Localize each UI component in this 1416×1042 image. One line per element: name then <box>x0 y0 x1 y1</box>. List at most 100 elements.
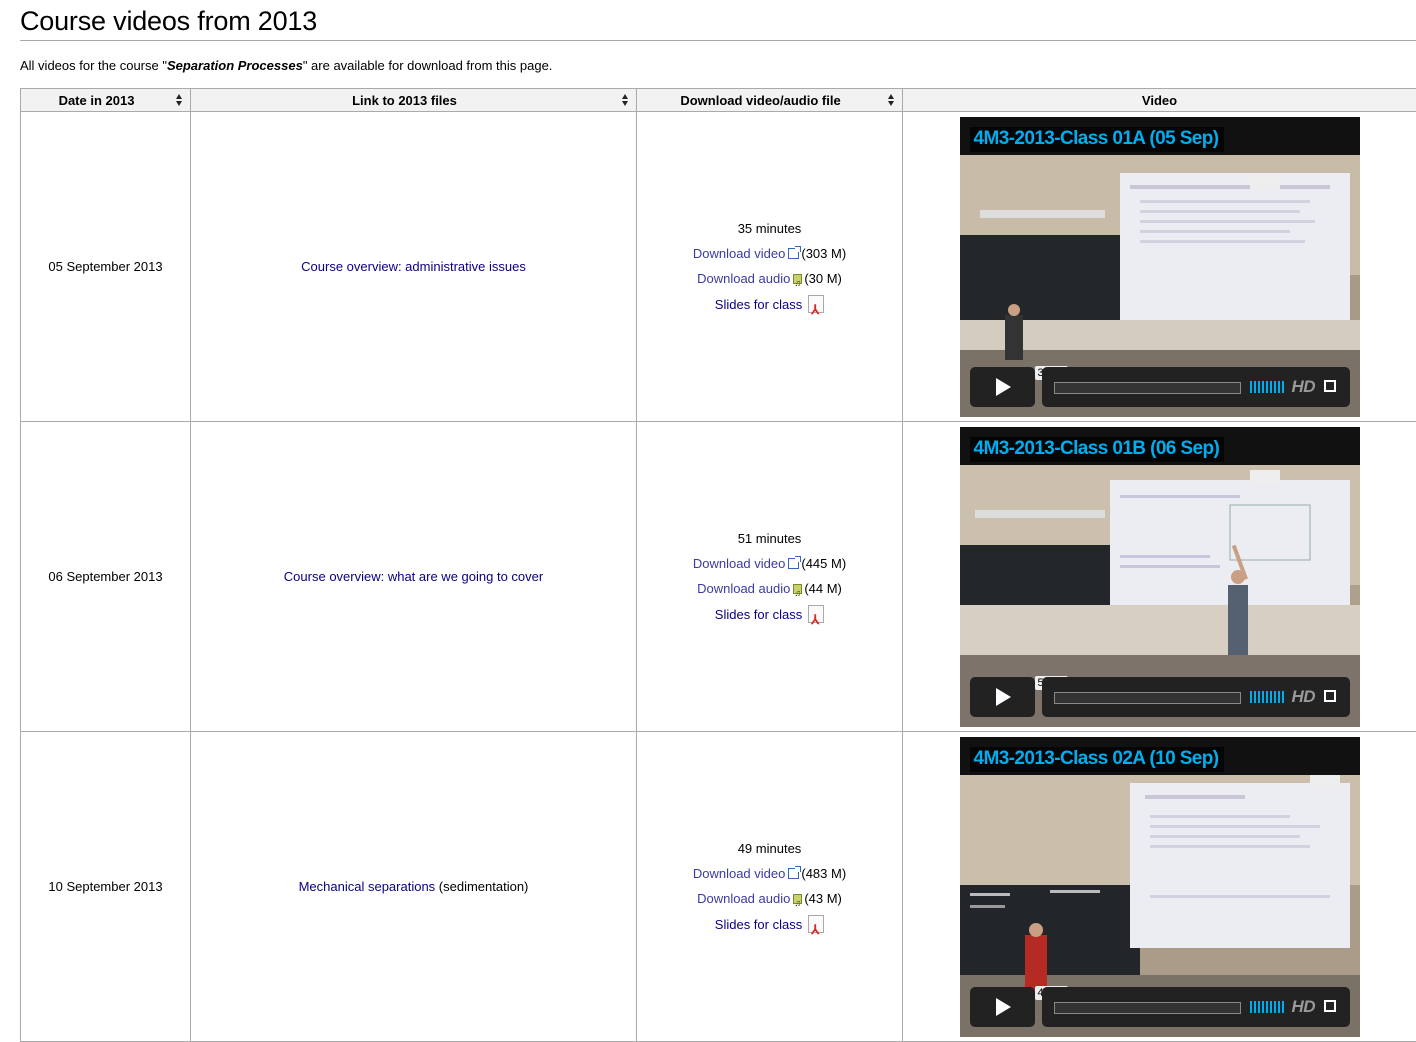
audio-file-icon <box>793 581 803 606</box>
download-video-link[interactable]: Download video <box>693 556 786 571</box>
progress-bar[interactable] <box>1053 1001 1241 1014</box>
download-cell: 49 minutes Download video (483 M) Downloa… <box>636 731 903 1042</box>
page: Course videos from 2013 All videos for t… <box>0 0 1416 1042</box>
link-cell: Course overview: administrative issues <box>190 111 637 422</box>
video-cell: 4M3-2013-Class 01A (05 Sep) 34:53 HD <box>902 111 1416 422</box>
volume-icon[interactable] <box>1249 380 1284 393</box>
external-link-icon <box>788 245 802 259</box>
course-name: Separation Processes <box>166 58 303 73</box>
control-bar: HD <box>1041 676 1350 717</box>
download-video-line: Download video (303 M) <box>637 241 902 266</box>
slides-line: Slides for class <box>637 601 902 633</box>
intro-after: " are available for download from this p… <box>302 58 553 73</box>
control-bar: HD <box>1041 366 1350 407</box>
header-link-label: Link to 2013 files <box>352 92 457 108</box>
page-title: Course videos from 2013 <box>20 6 318 36</box>
hd-toggle[interactable]: HD <box>1292 997 1316 1017</box>
link-cell: Mechanical separations (sedimentation) <box>190 731 637 1042</box>
date-text: 06 September 2013 <box>48 569 163 584</box>
progress-bar[interactable] <box>1053 691 1241 704</box>
download-video-link[interactable]: Download video <box>693 866 786 881</box>
pdf-icon[interactable] <box>808 604 825 633</box>
date-cell: 10 September 2013 <box>20 731 191 1042</box>
video-size: (483 M) <box>801 865 847 881</box>
intro-before: All videos for the course " <box>20 58 167 73</box>
download-cell: 51 minutes Download video (445 M) Downloa… <box>636 421 903 732</box>
slides-link[interactable]: Slides for class <box>715 607 802 622</box>
title-divider <box>20 40 1416 41</box>
date-cell: 05 September 2013 <box>20 111 191 422</box>
download-audio-link[interactable]: Download audio <box>697 271 790 286</box>
video-cell: 4M3-2013-Class 01B (06 Sep) 51:18 HD <box>902 421 1416 732</box>
download-video-line: Download video (483 M) <box>637 861 902 886</box>
link-suffix: (sedimentation) <box>435 879 529 894</box>
hd-toggle[interactable]: HD <box>1292 687 1316 707</box>
fullscreen-icon[interactable] <box>1323 689 1336 702</box>
volume-icon[interactable] <box>1249 1000 1284 1013</box>
download-video-line: Download video (445 M) <box>637 551 902 576</box>
video-title[interactable]: 4M3-2013-Class 02A (10 Sep) <box>969 746 1224 772</box>
external-link-icon <box>788 865 802 879</box>
header-link[interactable]: Link to 2013 files <box>190 88 637 112</box>
class-files-link[interactable]: Course overview: administrative issues <box>301 259 526 274</box>
control-bar: HD <box>1041 986 1350 1027</box>
duration-text: 35 minutes <box>737 220 802 236</box>
date-text: 10 September 2013 <box>48 879 163 894</box>
progress-bar[interactable] <box>1053 381 1241 394</box>
download-audio-line: Download audio (44 M) <box>637 576 902 606</box>
header-date-label: Date in 2013 <box>58 92 135 108</box>
header-download[interactable]: Download video/audio file <box>636 88 903 112</box>
video-title[interactable]: 4M3-2013-Class 01A (05 Sep) <box>969 126 1224 152</box>
audio-file-icon <box>793 271 803 296</box>
table-header-row: Date in 2013 Link to 2013 files Download… <box>20 88 1416 112</box>
audio-file-icon <box>793 891 803 916</box>
link-cell: Course overview: what are we going to co… <box>190 421 637 732</box>
header-download-label: Download video/audio file <box>680 92 841 108</box>
download-audio-line: Download audio (30 M) <box>637 266 902 296</box>
pdf-icon[interactable] <box>808 294 825 323</box>
table-row: 05 September 2013 Course overview: admin… <box>20 111 1416 422</box>
external-link-icon <box>788 555 802 569</box>
duration-text: 51 minutes <box>737 530 802 546</box>
sort-arrows-icon[interactable] <box>622 94 629 106</box>
download-audio-line: Download audio (43 M) <box>637 886 902 916</box>
class-files-link[interactable]: Course overview: what are we going to co… <box>284 569 543 584</box>
video-title[interactable]: 4M3-2013-Class 01B (06 Sep) <box>969 436 1225 462</box>
video-size: (303 M) <box>801 245 847 261</box>
date-text: 05 September 2013 <box>48 259 163 274</box>
play-icon[interactable] <box>969 676 1035 717</box>
play-icon[interactable] <box>969 366 1035 407</box>
video-player[interactable]: 4M3-2013-Class 02A (10 Sep) 49:31 HD <box>959 736 1360 1037</box>
video-cell: 4M3-2013-Class 02A (10 Sep) 49:31 HD <box>902 731 1416 1042</box>
volume-icon[interactable] <box>1249 690 1284 703</box>
play-icon[interactable] <box>969 986 1035 1027</box>
table-row: 06 September 2013 Course overview: what … <box>20 421 1416 732</box>
duration-text: 49 minutes <box>737 840 802 856</box>
date-cell: 06 September 2013 <box>20 421 191 732</box>
header-video: Video <box>902 88 1416 112</box>
table-row: 10 September 2013 Mechanical separations… <box>20 731 1416 1042</box>
video-player[interactable]: 4M3-2013-Class 01B (06 Sep) 51:18 HD <box>959 426 1360 727</box>
slides-line: Slides for class <box>637 911 902 943</box>
fullscreen-icon[interactable] <box>1323 999 1336 1012</box>
class-files-link[interactable]: Mechanical separations <box>299 879 436 894</box>
header-date[interactable]: Date in 2013 <box>20 88 191 112</box>
slides-link[interactable]: Slides for class <box>715 297 802 312</box>
download-audio-link[interactable]: Download audio <box>697 891 790 906</box>
hd-toggle[interactable]: HD <box>1292 377 1316 397</box>
download-audio-link[interactable]: Download audio <box>697 581 790 596</box>
audio-size: (30 M) <box>804 270 842 286</box>
audio-size: (44 M) <box>804 580 842 596</box>
slides-link[interactable]: Slides for class <box>715 917 802 932</box>
video-player[interactable]: 4M3-2013-Class 01A (05 Sep) 34:53 HD <box>959 116 1360 417</box>
header-video-label: Video <box>1141 92 1178 108</box>
sort-arrows-icon[interactable] <box>888 94 895 106</box>
fullscreen-icon[interactable] <box>1323 379 1336 392</box>
sort-arrows-icon[interactable] <box>176 94 183 106</box>
download-cell: 35 minutes Download video (303 M) Downloa… <box>636 111 903 422</box>
intro-text: All videos for the course "Separation Pr… <box>20 58 552 73</box>
download-video-link[interactable]: Download video <box>693 246 786 261</box>
slides-line: Slides for class <box>637 291 902 323</box>
audio-size: (43 M) <box>804 890 842 906</box>
pdf-icon[interactable] <box>808 914 825 943</box>
